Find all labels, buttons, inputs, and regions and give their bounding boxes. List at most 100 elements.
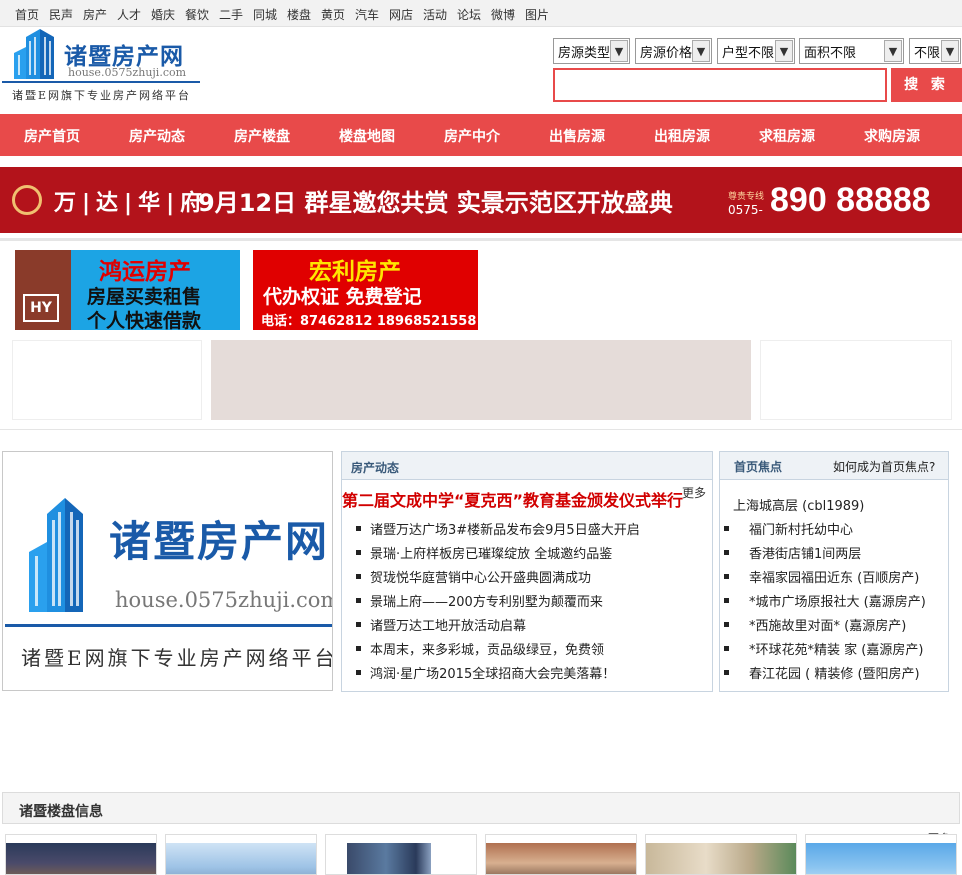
focus-item-title[interactable]: 福门新村托幼中心 (724, 523, 853, 538)
top-nav-link-events[interactable]: 活动 (423, 6, 447, 23)
news-item-title[interactable]: 诸暨万达工地开放活动启幕 (356, 619, 526, 634)
news-headline[interactable]: 第二届文成中学“夏克西”教育基金颁发仪式举行 (342, 487, 683, 511)
price-select[interactable]: 房源价格 ▼ (635, 38, 712, 64)
chevron-down-icon: ▼ (692, 40, 710, 62)
top-nav-link-yellowpages[interactable]: 黄页 (321, 6, 345, 23)
ad-slot-left (12, 340, 202, 420)
focus-header: 首页焦点 如何成为首页焦点? (720, 452, 948, 480)
top-nav-link-weibo[interactable]: 微博 (491, 6, 515, 23)
news-item-title[interactable]: 景瑞·上府样板房已璀璨绽放 全城邀约品鉴 (356, 547, 612, 562)
listing-thumbnail[interactable] (805, 834, 957, 875)
property-type-value: 房源类型 (558, 46, 611, 61)
focus-item-title[interactable]: *城市广场原报社大 (嘉源房产) (724, 595, 926, 610)
top-nav-link-photos[interactable]: 图片 (525, 6, 549, 23)
chevron-down-icon: ▼ (775, 40, 793, 62)
layout-select[interactable]: 户型不限 ▼ (717, 38, 795, 64)
news-item-title[interactable]: 鸿润·星广场2015全球招商大会完美落幕！ (356, 667, 615, 682)
top-nav-link-secondhand[interactable]: 二手 (219, 6, 243, 23)
ad-line: 房屋买卖租售 (87, 286, 202, 308)
building-logo-icon (14, 29, 54, 79)
main-nav-home[interactable]: 房产首页 (24, 126, 80, 146)
list-item[interactable]: 幸福家园福田近东 (百顺房产) (724, 567, 919, 586)
listing-thumbnail[interactable] (645, 834, 797, 875)
banner-hotline-label: 尊贵专线 (728, 192, 765, 202)
top-nav-link-forum[interactable]: 论坛 (457, 6, 481, 23)
listing-thumbnail[interactable] (165, 834, 317, 875)
listings-header: 诸暨楼盘信息 (2, 792, 960, 824)
main-nav-estates[interactable]: 房产楼盘 (234, 126, 290, 146)
list-item[interactable]: 鸿润·星广场2015全球招商大会完美落幕！ (356, 663, 615, 682)
main-nav-want-buy[interactable]: 求购房源 (864, 126, 920, 146)
news-item-title[interactable]: 贺珑悦华庭营销中心公开盛典圆满成功 (356, 571, 591, 586)
chevron-down-icon: ▼ (884, 40, 902, 62)
area-select[interactable]: 面积不限 ▼ (799, 38, 904, 64)
top-nav-link-home[interactable]: 首页 (15, 6, 39, 23)
list-item[interactable]: 诸暨万达广场3#楼新品发布会9月5日盛大开启 (356, 519, 640, 538)
banner-phone: 890 88888 (770, 181, 931, 219)
top-nav-link-cars[interactable]: 汽车 (355, 6, 379, 23)
main-nav-map[interactable]: 楼盘地图 (339, 126, 395, 146)
ad-line: 个人快速借款 (87, 310, 202, 330)
list-item[interactable]: 福门新村托幼中心 (724, 519, 853, 538)
site-logo[interactable]: 诸暨房产网 house.0575zhuji.com 诸暨E网旗下专业房产网络平台 (0, 27, 202, 107)
house-logo-icon: HY (15, 250, 71, 330)
listing-photo (486, 843, 636, 874)
main-nav-agents[interactable]: 房产中介 (444, 126, 500, 146)
main-nav-news[interactable]: 房产动态 (129, 126, 185, 146)
top-nav-link-house[interactable]: 房产 (83, 6, 107, 23)
list-item[interactable]: 景瑞上府——200方专利别墅为颠覆而来 (356, 591, 603, 610)
list-item[interactable]: 香港街店铺1间两层 (724, 543, 861, 562)
wanda-banner-ad[interactable]: 万|达|华|府 9月12日 群星邀您共赏 实景示范区开放盛典 尊贵专线 0575… (0, 167, 962, 233)
banner-brand: 万|达|华|府 (54, 191, 209, 216)
listing-thumbnail[interactable] (5, 834, 157, 875)
list-item[interactable]: 诸暨万达工地开放活动启幕 (356, 615, 526, 634)
top-nav-link-wedding[interactable]: 婚庆 (151, 6, 175, 23)
focus-item-title[interactable]: *环球花苑*精装 家 (嘉源房产) (724, 643, 923, 658)
search-input[interactable] (553, 68, 887, 102)
top-nav-link-jobs[interactable]: 人才 (117, 6, 141, 23)
focus-first-item[interactable]: 上海城高层 (cbl1989) (733, 495, 864, 514)
listing-photo (326, 843, 476, 874)
list-item[interactable]: 贺珑悦华庭营销中心公开盛典圆满成功 (356, 567, 591, 586)
news-item-title[interactable]: 本周末，来多彩城，贡品级绿豆，免费领 (356, 643, 604, 658)
top-nav-link-food[interactable]: 餐饮 (185, 6, 209, 23)
focus-item-title[interactable]: 香港街店铺1间两层 (724, 547, 861, 562)
focus-image-divider (5, 624, 332, 627)
listing-thumbnail[interactable] (325, 834, 477, 875)
focus-item-title[interactable]: 春江花园 ( 精装修 (暨阳房产) (724, 667, 920, 682)
top-nav-link-voice[interactable]: 民声 (49, 6, 73, 23)
news-item-title[interactable]: 诸暨万达广场3#楼新品发布会9月5日盛大开启 (356, 523, 640, 538)
main-nav-want-rent[interactable]: 求租房源 (759, 126, 815, 146)
news-heading[interactable]: 房产动态 (351, 459, 399, 476)
list-item[interactable]: *环球花苑*精装 家 (嘉源房产) (724, 639, 923, 658)
search-button[interactable]: 搜 索 (891, 68, 962, 102)
top-nav-link-shop[interactable]: 网店 (389, 6, 413, 23)
property-type-select[interactable]: 房源类型 ▼ (553, 38, 630, 64)
list-item[interactable]: 春江花园 ( 精装修 (暨阳房产) (724, 663, 920, 682)
main-nav-for-rent[interactable]: 出租房源 (654, 126, 710, 146)
logo-slogan: 诸暨E网旗下专业房产网络平台 (12, 89, 192, 102)
homepage-focus-panel: 首页焦点 如何成为首页焦点? 上海城高层 (cbl1989) 福门新村托幼中心 … (719, 451, 949, 692)
top-nav-link-local[interactable]: 同城 (253, 6, 277, 23)
list-item[interactable]: 本周末，来多彩城，贡品级绿豆，免费领 (356, 639, 604, 658)
list-item[interactable]: *西施故里对面* (嘉源房产) (724, 615, 906, 634)
focus-help-link[interactable]: 如何成为首页焦点? (833, 458, 935, 475)
logo-url: house.0575zhuji.com (68, 66, 187, 79)
top-nav-bar: 首页 民声 房产 人才 婚庆 餐饮 二手 同城 楼盘 黄页 汽车 网店 活动 论… (0, 0, 962, 27)
misc-select[interactable]: 不限 ▼ (909, 38, 961, 64)
listing-thumbnail[interactable] (485, 834, 637, 875)
list-item[interactable]: *城市广场原报社大 (嘉源房产) (724, 591, 926, 610)
ad-line: 代办权证 免费登记 (263, 286, 422, 308)
main-nav-for-sale[interactable]: 出售房源 (549, 126, 605, 146)
news-more-link[interactable]: 更多 (682, 484, 706, 501)
focus-item-title[interactable]: *西施故里对面* (嘉源房产) (724, 619, 906, 634)
hongli-ad[interactable]: 宏利房产 代办权证 免费登记 电话：87462812 18968521558 (253, 250, 478, 330)
hongyun-ad[interactable]: HY 鸿运房产 房屋买卖租售 个人快速借款 (15, 250, 240, 330)
focus-image[interactable]: 诸暨房产网 house.0575zhuji.com 诸暨E网旗下专业房产网络平台 (2, 451, 333, 691)
focus-item-title[interactable]: 幸福家园福田近东 (百顺房产) (724, 571, 919, 586)
list-item[interactable]: 景瑞·上府样板房已璀璨绽放 全城邀约品鉴 (356, 543, 612, 562)
focus-heading[interactable]: 首页焦点 (734, 458, 782, 475)
news-item-title[interactable]: 景瑞上府——200方专利别墅为颠覆而来 (356, 595, 603, 610)
top-nav-link-estate[interactable]: 楼盘 (287, 6, 311, 23)
listings-heading[interactable]: 诸暨楼盘信息 (19, 801, 103, 821)
